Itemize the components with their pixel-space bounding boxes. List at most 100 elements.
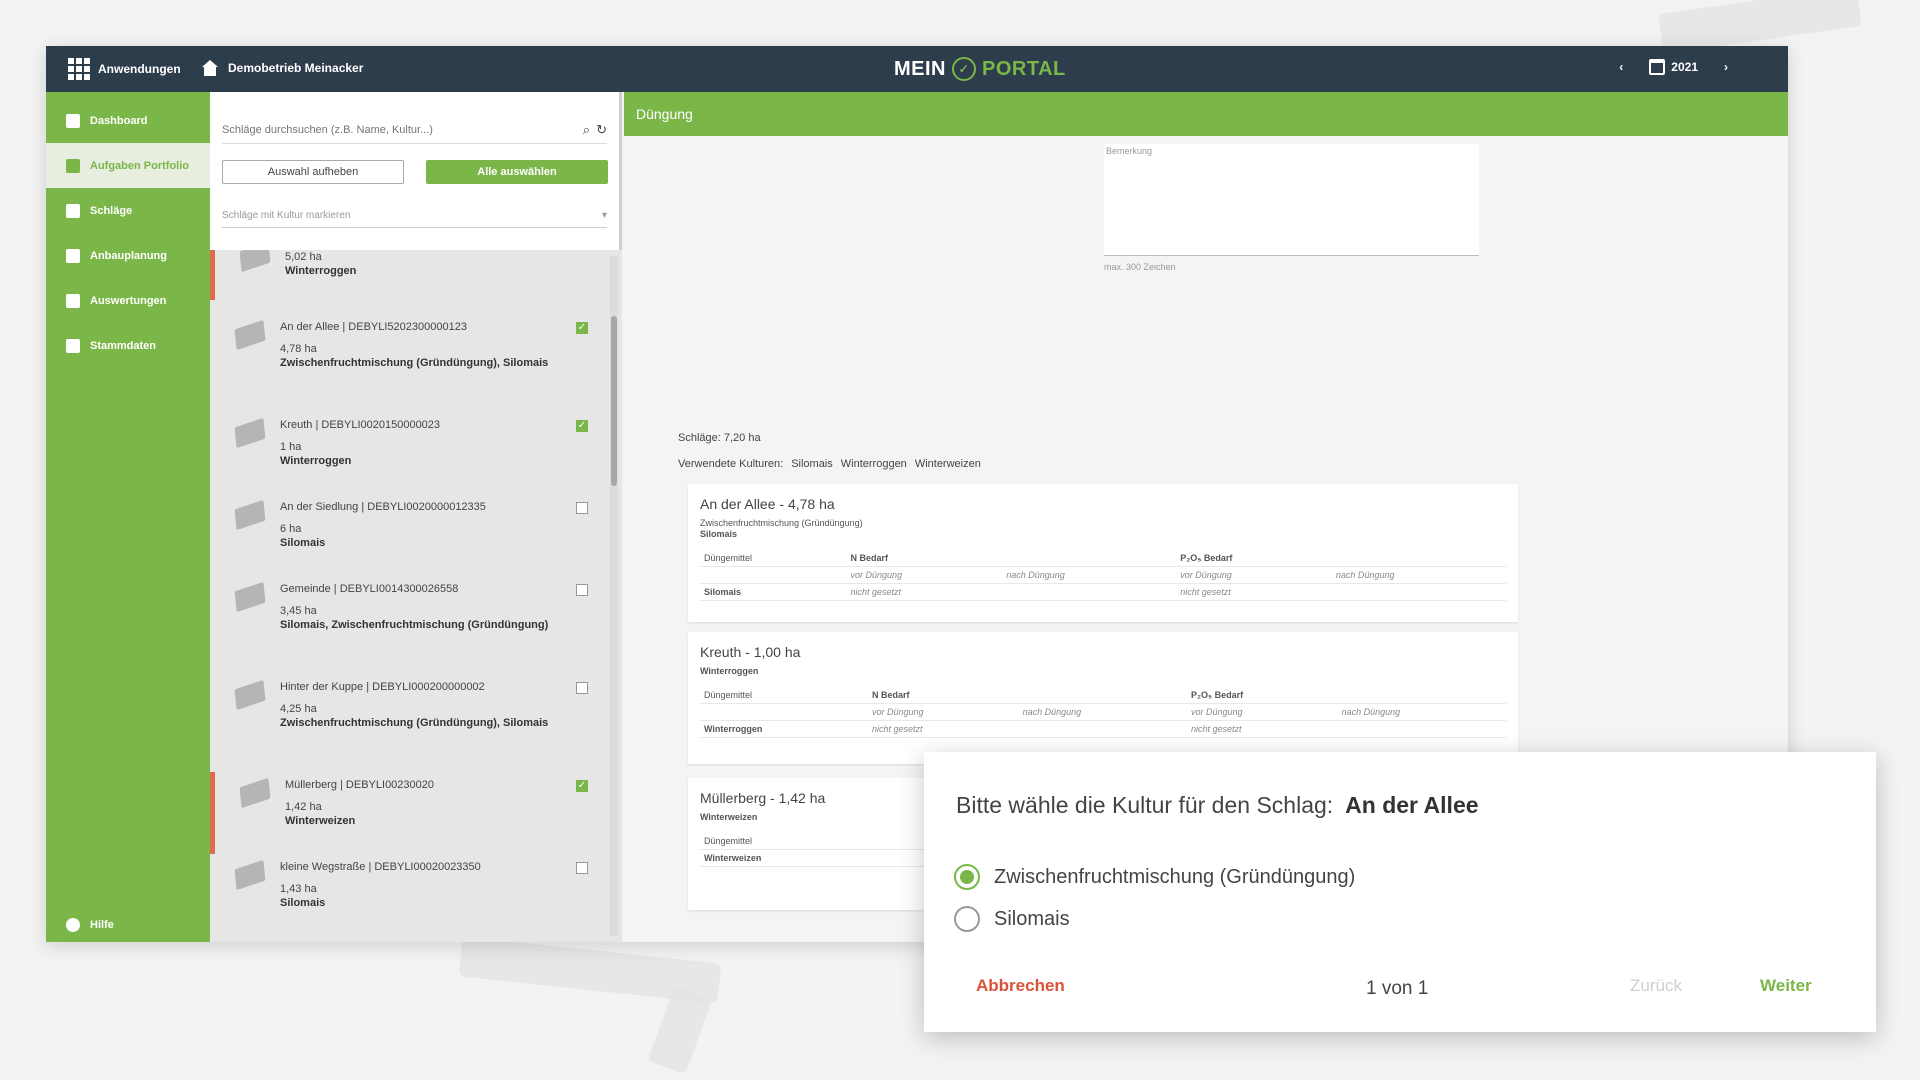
fertilizer-table: Düngemittel N Bedarf P₂O₅ Bedarf vor Dün…	[700, 550, 1506, 601]
table-row: Silomais nicht gesetzt nicht gesetzt	[700, 583, 1506, 601]
list-item[interactable]: kleine Wegstraße | DEBYLI00020023350 1,4…	[210, 854, 600, 942]
field-area: 1,42 ha	[285, 801, 322, 813]
home-icon	[66, 113, 80, 128]
list-item[interactable]: Hinter der Kuppe | DEBYLI000200000002 4,…	[210, 674, 600, 772]
field-shape-icon	[239, 250, 271, 273]
help-label: Hilfe	[90, 919, 114, 931]
portal-logo: MEIN ✓ PORTAL	[894, 57, 1066, 81]
farm-label: Demobetrieb Meinacker	[228, 61, 364, 75]
field-checkbox[interactable]: ✓	[576, 780, 588, 792]
culture-tag: Silomais	[791, 458, 833, 470]
field-crop: Silomais, Zwischenfruchtmischung (Gründü…	[280, 619, 549, 631]
field-checkbox[interactable]: ✓	[576, 322, 588, 334]
radio-button-selected[interactable]	[954, 864, 980, 890]
field-name: Müllerberg | DEBYLI00230020	[285, 779, 435, 791]
list-item[interactable]: Gemeinde | DEBYLI0014300026558 3,45 ha S…	[210, 576, 600, 674]
radio-label: Silomais	[994, 907, 1070, 930]
sidebar-item-crop-planning[interactable]: Anbauplanung	[46, 233, 210, 278]
sidebar-item-tasks[interactable]: Aufgaben Portfolio	[46, 143, 210, 188]
cultures-label: Verwendete Kulturen:	[678, 458, 784, 470]
row-culture: Silomais	[700, 583, 847, 601]
field-crop: Winterroggen	[280, 455, 352, 467]
sidebar-item-reports[interactable]: Auswertungen	[46, 278, 210, 323]
field-name: Hinter der Kuppe | DEBYLI000200000002	[280, 681, 485, 693]
field-name: An der Siedlung | DEBYLI0020000012335	[280, 501, 486, 513]
field-area: 5,02 ha	[285, 251, 322, 263]
refresh-icon[interactable]: ↻	[596, 122, 607, 138]
apps-menu-button[interactable]: Anwendungen	[68, 58, 181, 80]
field-name: kleine Wegstraße | DEBYLI00020023350	[280, 861, 481, 873]
next-button[interactable]: Weiter	[1760, 976, 1812, 996]
remark-textarea[interactable]: Bemerkung	[1104, 144, 1479, 256]
sidebar-item-master-data[interactable]: Stammdaten	[46, 323, 210, 368]
list-scrollbar[interactable]	[610, 256, 618, 936]
card-culture: Zwischenfruchtmischung (Gründüngung)	[700, 518, 863, 528]
field-area: 4,25 ha	[280, 703, 317, 715]
content-header: Düngung	[624, 92, 1788, 136]
help-button[interactable]: Hilfe	[66, 918, 114, 932]
radio-button[interactable]	[954, 906, 980, 932]
house-icon	[202, 60, 218, 76]
sidebar-item-fields[interactable]: Schläge	[46, 188, 210, 233]
radio-label: Zwischenfruchtmischung (Gründüngung)	[994, 865, 1356, 888]
sidebar: Dashboard Aufgaben Portfolio Schläge Anb…	[46, 92, 210, 942]
col-fertilizer: Düngemittel	[700, 550, 847, 567]
back-button[interactable]: Zurück	[1630, 976, 1682, 996]
field-checkbox[interactable]	[576, 682, 588, 694]
sidebar-item-label: Anbauplanung	[90, 249, 167, 262]
field-card: An der Allee - 4,78 ha Zwischenfruchtmis…	[688, 484, 1518, 622]
cancel-button[interactable]: Abbrechen	[976, 976, 1065, 996]
sidebar-item-dashboard[interactable]: Dashboard	[46, 98, 210, 143]
tractor-icon	[66, 338, 80, 353]
table-row: Winterroggen nicht gesetzt nicht gesetzt	[700, 720, 1506, 738]
cell-not-set: nicht gesetzt	[868, 720, 1019, 738]
next-year-icon[interactable]: ›	[1724, 60, 1728, 74]
culture-select-dialog: Bitte wähle die Kultur für den Schlag: An…	[924, 752, 1876, 1032]
culture-mark-select[interactable]: Schläge mit Kultur markieren ▾	[222, 204, 607, 228]
apps-label: Anwendungen	[98, 62, 181, 76]
field-card: Kreuth - 1,00 ha Winterroggen Düngemitte…	[688, 632, 1518, 764]
pager-label: 1 von 1	[1366, 978, 1429, 999]
select-all-button[interactable]: Alle auswählen	[426, 160, 608, 184]
radio-option-silage-maize[interactable]: Silomais	[954, 906, 1070, 932]
cell-not-set: nicht gesetzt	[1176, 583, 1332, 601]
cultures-used: Verwendete Kulturen: Silomais Winterrogg…	[678, 458, 981, 470]
textarea-label: Bemerkung	[1106, 146, 1153, 156]
col-before: vor Düngung	[846, 566, 1003, 584]
field-shape-icon	[234, 859, 266, 891]
field-crop: Zwischenfruchtmischung (Gründüngung), Si…	[280, 357, 549, 369]
field-list: 5,02 ha Winterroggen An der Allee | DEBY…	[210, 250, 622, 942]
field-shape-icon	[234, 417, 266, 449]
calendar-icon	[1649, 59, 1666, 75]
clear-selection-button[interactable]: Auswahl aufheben	[222, 160, 404, 184]
field-crop: Silomais	[280, 537, 326, 549]
card-culture: Silomais	[700, 529, 738, 539]
culture-tag: Winterroggen	[840, 458, 907, 470]
prev-year-icon[interactable]: ‹	[1619, 60, 1623, 74]
field-checkbox[interactable]	[576, 584, 588, 596]
col-after: nach Düngung	[1002, 566, 1177, 584]
farm-selector[interactable]: Demobetrieb Meinacker	[200, 58, 363, 78]
list-item[interactable]: Müllerberg | DEBYLI00230020 1,42 ha Wint…	[210, 772, 600, 854]
scrollbar-thumb[interactable]	[611, 316, 617, 486]
chevron-down-icon: ▾	[601, 210, 607, 221]
field-checkbox[interactable]	[576, 862, 588, 874]
card-culture: Winterroggen	[700, 666, 759, 676]
list-item[interactable]: 5,02 ha Winterroggen	[210, 250, 600, 300]
list-item[interactable]: An der Siedlung | DEBYLI0020000012335 6 …	[210, 494, 600, 576]
card-title: An der Allee - 4,78 ha	[700, 496, 835, 512]
leaf-icon: ✓	[952, 57, 976, 81]
sidebar-item-label: Stammdaten	[90, 339, 157, 352]
radio-option-catch-crop[interactable]: Zwischenfruchtmischung (Gründüngung)	[954, 864, 1355, 890]
search-icon[interactable]: ⌕	[583, 122, 590, 138]
field-name: An der Allee | DEBYLI5202300000123	[280, 321, 467, 333]
field-checkbox[interactable]: ✓	[576, 420, 588, 432]
logo-text-mein: MEIN	[894, 57, 946, 80]
search-input[interactable]	[222, 123, 542, 136]
culture-select-value: Schläge mit Kultur markieren	[222, 210, 351, 221]
background-decoration	[647, 985, 713, 1075]
list-item[interactable]: An der Allee | DEBYLI5202300000123 4,78 …	[210, 314, 600, 412]
year-selector[interactable]: 2021	[1649, 59, 1698, 75]
field-checkbox[interactable]	[576, 502, 588, 514]
list-item[interactable]: Kreuth | DEBYLI0020150000023 1 ha Winter…	[210, 412, 600, 494]
